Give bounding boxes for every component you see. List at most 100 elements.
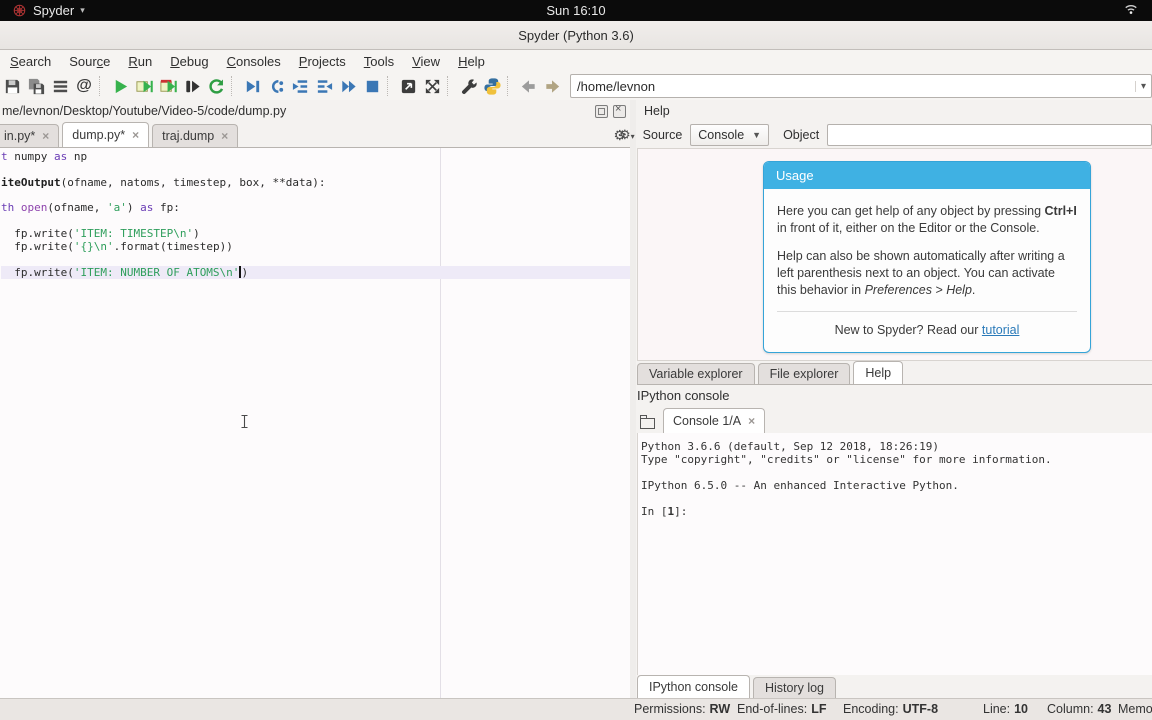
code-line: t numpy as np — [1, 150, 630, 164]
editor-file-path: me/levnon/Desktop/Youtube/Video-5/code/d… — [2, 104, 287, 118]
tab-help[interactable]: Help — [853, 361, 904, 384]
python-path-icon[interactable] — [480, 74, 504, 98]
maximize-pane-icon[interactable] — [396, 74, 420, 98]
menu-search[interactable]: Search — [2, 52, 59, 71]
working-directory-dropdown-icon[interactable]: ▾ — [1135, 80, 1151, 92]
close-tab-icon[interactable]: × — [748, 414, 755, 428]
code-editor[interactable]: t numpy as np iteOutput(ofname, natoms, … — [0, 148, 630, 698]
ipython-console[interactable]: Python 3.6.6 (default, Sep 12 2018, 18:2… — [637, 433, 1152, 675]
tutorial-link[interactable]: tutorial — [982, 323, 1020, 337]
back-icon[interactable] — [516, 74, 540, 98]
editor-pane-header: me/levnon/Desktop/Youtube/Video-5/code/d… — [0, 100, 630, 122]
help-object-label: Object — [783, 128, 820, 142]
run-selection-icon[interactable] — [180, 74, 204, 98]
step-return-icon[interactable] — [312, 74, 336, 98]
browse-tabs-icon[interactable] — [640, 415, 655, 429]
code-token: ) — [241, 266, 249, 280]
help-source-select[interactable]: Console ▼ — [690, 124, 770, 146]
save-all-icon[interactable] — [24, 74, 48, 98]
console-line: Type "copyright", "credits" or "license"… — [641, 453, 1052, 466]
network-status-icon[interactable] — [1124, 3, 1138, 18]
status-column-: Column: 43 — [1047, 702, 1112, 716]
screen: Spyder ▾ Sun 16:10 Spyder (Python 3.6) S… — [0, 0, 1152, 720]
menu-consoles[interactable]: Consoles — [219, 52, 289, 71]
toolbar-separator — [231, 76, 237, 96]
window-title-bar: Spyder (Python 3.6) — [0, 21, 1152, 50]
help-pane: Help ⚙▾ Source Console ▼ Object Usage He… — [619, 100, 1152, 699]
console-tab[interactable]: Console 1/A × — [663, 408, 766, 433]
usage-card-body: Here you can get help of any object by p… — [764, 189, 1090, 352]
code-line: th open(ofname, 'a') as fp: — [1, 201, 630, 215]
rerun-icon[interactable] — [204, 74, 228, 98]
code-line-current: fp.write('ITEM: NUMBER OF ATOMS\n') — [1, 266, 630, 279]
code-line: iteOutput(ofname, natoms, timestep, box,… — [1, 175, 630, 190]
close-tab-icon[interactable]: × — [221, 129, 228, 143]
editor-tab-traj-dump[interactable]: traj.dump × — [152, 124, 239, 147]
console-line: Python 3.6.6 (default, Sep 12 2018, 18:2… — [641, 440, 940, 453]
working-directory-input[interactable] — [571, 78, 1135, 94]
forward-icon[interactable] — [540, 74, 564, 98]
editor-options-gear-icon[interactable]: ⚙▾ — [619, 127, 635, 143]
close-tab-icon[interactable]: × — [42, 129, 49, 143]
symbol-finder-icon[interactable]: @ — [72, 74, 96, 98]
console-line: IPython 6.5.0 -- An enhanced Interactive… — [641, 479, 959, 492]
menu-view[interactable]: View — [404, 52, 448, 71]
continue-icon[interactable] — [336, 74, 360, 98]
menu-help[interactable]: Help — [450, 52, 493, 71]
tab-ipython-console[interactable]: IPython console — [637, 675, 750, 698]
menu-debug[interactable]: Debug — [162, 52, 216, 71]
menu-run[interactable]: Run — [120, 52, 160, 71]
status-end-of-lines-: End-of-lines: LF — [737, 702, 827, 716]
menu-source[interactable]: Source — [61, 52, 118, 71]
code-token: numpy — [14, 150, 54, 163]
file-switcher-icon[interactable] — [48, 74, 72, 98]
system-top-bar: Spyder ▾ Sun 16:10 — [0, 0, 1152, 21]
preferences-icon[interactable] — [456, 74, 480, 98]
help-pane-title: Help — [644, 104, 670, 118]
toolbar-separator — [99, 76, 105, 96]
run-icon[interactable] — [108, 74, 132, 98]
close-tab-icon[interactable]: × — [132, 128, 139, 142]
help-pane-header: Help — [636, 100, 1152, 122]
working-directory-combo[interactable]: ▾ — [570, 74, 1152, 98]
menu-tools[interactable]: Tools — [356, 52, 402, 71]
chevron-down-icon: ▼ — [752, 130, 762, 140]
code-token: ) — [126, 201, 141, 215]
code-token: np — [67, 150, 88, 163]
status-line-: Line: 10 — [983, 702, 1029, 716]
code-token: iteOutput — [1, 175, 61, 189]
help-content-view: Usage Here you can get help of any objec… — [637, 148, 1152, 361]
editor-tab-dump-py-[interactable]: dump.py* × — [62, 122, 150, 147]
menu-bar: Search Source Run Debug Consoles Projects Tool… — [0, 50, 1152, 72]
stop-icon[interactable] — [360, 74, 384, 98]
status-encoding-: Encoding: UTF-8 — [843, 702, 939, 716]
system-clock[interactable]: Sun 16:10 — [0, 3, 1152, 18]
save-icon[interactable] — [0, 74, 24, 98]
help-object-input[interactable] — [827, 124, 1152, 146]
close-pane-icon[interactable] — [613, 103, 626, 118]
fullscreen-icon[interactable] — [420, 74, 444, 98]
run-cell-advance-icon[interactable] — [156, 74, 180, 98]
menu-projects[interactable]: Projects — [291, 52, 354, 71]
main-toolbar: @ ▾ — [0, 72, 1152, 101]
run-cell-icon[interactable] — [132, 74, 156, 98]
status-memory: Memory — [1118, 702, 1152, 716]
tab-history-log[interactable]: History log — [752, 677, 836, 698]
helper-tab-bar: Variable explorer File explorer Help — [637, 361, 1152, 385]
console-bottom-tab-bar: IPython console History log — [637, 675, 1152, 699]
tab-variable-explorer[interactable]: Variable explorer — [637, 363, 755, 384]
debug-icon[interactable] — [240, 74, 264, 98]
code-token: fp.write( — [1, 226, 74, 240]
undock-pane-icon[interactable] — [595, 104, 608, 118]
toolbar-separator — [507, 76, 513, 96]
tab-file-explorer[interactable]: File explorer — [757, 363, 851, 384]
code-token: '{}\n' — [73, 239, 114, 253]
code-token: ) — [193, 226, 200, 240]
editor-tab-in-py-[interactable]: in.py* × — [0, 124, 60, 147]
help-source-value: Console — [698, 128, 745, 142]
step-into-icon[interactable] — [288, 74, 312, 98]
step-over-icon[interactable] — [264, 74, 288, 98]
code-token: as — [54, 150, 68, 163]
